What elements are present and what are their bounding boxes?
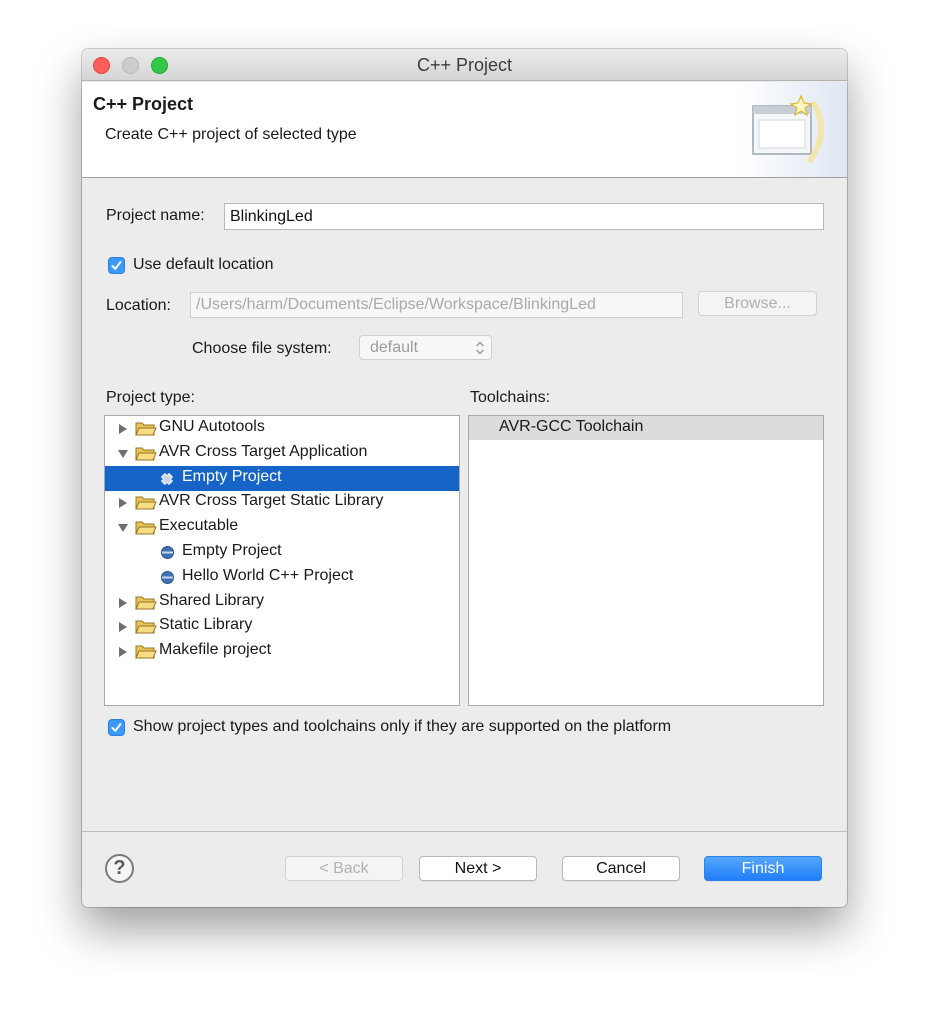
project-type-item-label: Empty Project <box>182 542 282 559</box>
project-type-item-label: Static Library <box>159 616 253 634</box>
finish-button[interactable]: Finish <box>704 856 822 881</box>
use-default-location-checkbox[interactable] <box>108 257 125 274</box>
folder-icon <box>135 422 157 436</box>
file-system-value: default <box>370 339 419 356</box>
supported-only-label[interactable]: Show project types and toolchains only i… <box>133 718 671 736</box>
checkmark-icon <box>111 723 122 732</box>
collapse-arrow-icon[interactable] <box>117 522 129 534</box>
project-type-item-label: Empty Project <box>182 467 282 485</box>
project-type-item-label: Hello World C++ Project <box>182 566 354 584</box>
project-type-item-label: AVR Cross Target Application <box>159 442 368 460</box>
template-icon <box>161 546 174 559</box>
project-type-item-label: Executable <box>159 517 239 535</box>
project-type-item-label: Makefile project <box>159 641 272 659</box>
wizard-description: Create C++ project of selected type <box>105 126 357 143</box>
expand-arrow-icon[interactable] <box>117 646 129 658</box>
checkmark-icon <box>111 261 122 270</box>
project-type-item-label: GNU Autotools <box>159 418 265 435</box>
project-name-input[interactable] <box>224 203 824 230</box>
project-type-label: Project type: <box>106 389 195 406</box>
project-type-item[interactable]: AVR Cross Target Static Library <box>105 490 459 515</box>
template-icon <box>161 570 174 584</box>
expand-arrow-icon[interactable] <box>117 497 129 509</box>
footer-divider <box>82 831 847 832</box>
project-type-item[interactable]: GNU Autotools <box>105 416 459 441</box>
location-label: Location: <box>106 297 171 314</box>
toolchain-item[interactable]: AVR-GCC Toolchain <box>469 416 823 440</box>
new-project-wizard-icon <box>752 94 825 164</box>
project-type-tree[interactable]: GNU Autotools AVR Cross Target Applicatio… <box>104 415 460 706</box>
location-input <box>190 292 683 318</box>
folder-icon <box>135 645 157 659</box>
collapse-arrow-icon[interactable] <box>117 448 129 460</box>
toolchains-list[interactable]: AVR-GCC Toolchain <box>468 415 824 706</box>
file-system-label: Choose file system: <box>192 340 332 357</box>
toolchains-label: Toolchains: <box>470 389 551 406</box>
window-title: C++ Project <box>416 55 513 75</box>
chip-icon <box>161 472 173 485</box>
project-type-item[interactable]: Shared Library <box>105 590 459 615</box>
folder-icon <box>135 596 157 610</box>
wizard-banner <box>737 82 847 177</box>
cancel-button[interactable]: Cancel <box>562 856 680 881</box>
supported-only-checkbox[interactable] <box>108 719 125 736</box>
help-button[interactable]: ? <box>105 854 134 883</box>
project-type-item[interactable]: Empty Project <box>105 540 459 565</box>
next-button[interactable]: Next > <box>419 856 537 881</box>
browse-button: Browse... <box>698 291 817 316</box>
select-arrows-icon <box>475 341 485 355</box>
folder-icon <box>135 447 157 461</box>
expand-arrow-icon[interactable] <box>117 597 129 609</box>
project-type-item[interactable]: Empty Project <box>105 465 459 491</box>
folder-icon <box>135 496 157 510</box>
expand-arrow-icon[interactable] <box>117 423 129 435</box>
use-default-location-label[interactable]: Use default location <box>133 256 274 274</box>
toolchain-item-label: AVR-GCC Toolchain <box>499 418 644 435</box>
new-project-dialog: C++ Project C++ Project Create C++ proje… <box>82 49 847 907</box>
project-type-item[interactable]: Hello World C++ Project <box>105 565 459 590</box>
project-type-item[interactable]: AVR Cross Target Application <box>105 441 459 466</box>
file-system-select: default <box>359 335 492 360</box>
wizard-title: C++ Project <box>93 94 194 114</box>
project-type-item-label: AVR Cross Target Static Library <box>159 492 384 510</box>
expand-arrow-icon[interactable] <box>117 621 129 633</box>
folder-icon <box>135 521 157 535</box>
project-type-item[interactable]: Makefile project <box>105 639 459 664</box>
title-bar[interactable]: C++ Project <box>82 49 847 81</box>
wizard-header: C++ Project Create C++ project of select… <box>82 82 847 178</box>
project-type-item-label: Shared Library <box>159 591 264 609</box>
project-name-label: Project name: <box>106 207 205 224</box>
back-button: < Back <box>285 856 403 881</box>
project-type-item[interactable]: Static Library <box>105 614 459 639</box>
folder-icon <box>135 620 157 634</box>
project-type-item[interactable]: Executable <box>105 515 459 540</box>
